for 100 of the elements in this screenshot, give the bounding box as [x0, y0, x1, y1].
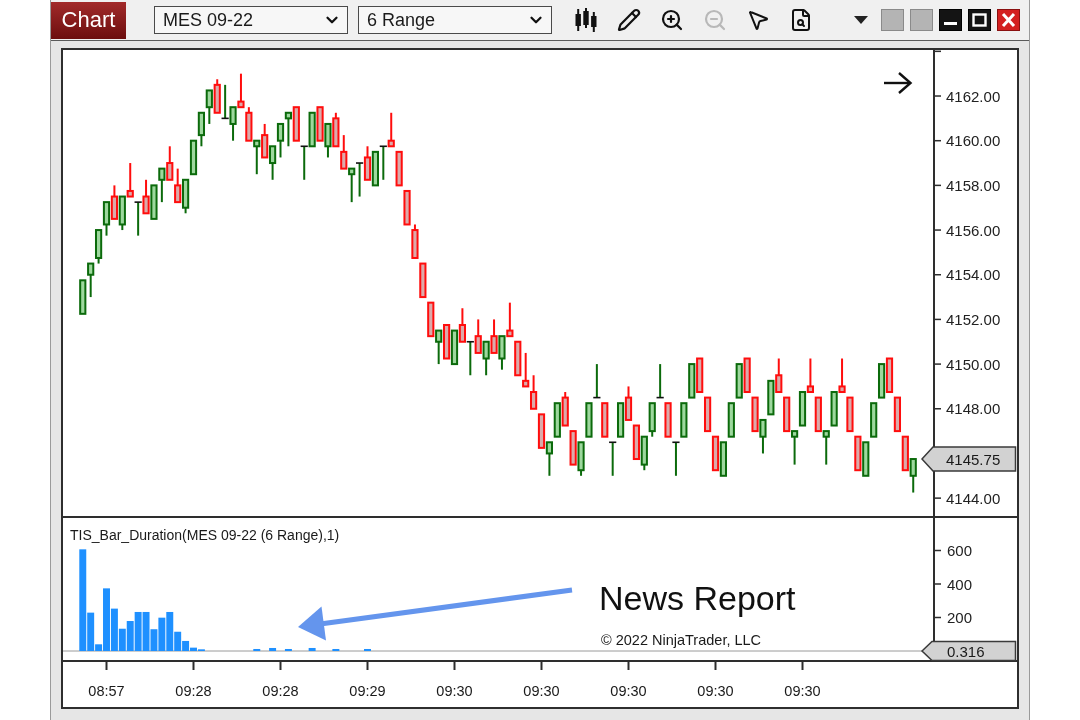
- rising-candle: [688, 363, 696, 399]
- falling-candle: [363, 145, 372, 181]
- rising-candle: [482, 340, 490, 377]
- falling-candle: [711, 435, 720, 472]
- rising-candle: [324, 122, 332, 159]
- last-price-marker: 4145.75: [921, 446, 1017, 472]
- time-axis-label: 09:28: [175, 683, 212, 699]
- falling-candle: [854, 435, 862, 472]
- falling-candle: [601, 402, 609, 438]
- rising-candle: [617, 402, 625, 438]
- falling-candle: [142, 178, 150, 215]
- zoom-in-icon[interactable]: [660, 8, 684, 32]
- rising-candle: [830, 391, 838, 427]
- rising-candle: [253, 139, 261, 176]
- rising-candle: [182, 178, 190, 215]
- falling-candle: [490, 318, 498, 354]
- time-axis-label: 09:30: [523, 683, 560, 699]
- rising-candle: [727, 402, 735, 438]
- falling-candle: [537, 413, 546, 449]
- rising-candle: [118, 195, 126, 232]
- rising-candle: [102, 201, 111, 237]
- falling-candle: [316, 106, 324, 142]
- falling-candle: [885, 357, 894, 393]
- doji-candle: [671, 441, 681, 477]
- rising-candle: [189, 139, 198, 176]
- chart-menu-button[interactable]: Chart: [51, 1, 126, 39]
- falling-candle: [624, 385, 633, 421]
- falling-candle: [664, 402, 672, 438]
- price-axis-label: 4148.00: [946, 400, 1001, 418]
- doji-candle: [299, 145, 309, 181]
- falling-candle: [743, 357, 751, 393]
- rising-candle: [498, 335, 506, 371]
- falling-candle: [806, 357, 814, 393]
- falling-candle: [838, 357, 846, 393]
- price-axis-label: 4156.00: [946, 221, 1001, 239]
- time-axis-label: 09:30: [436, 683, 473, 699]
- duration-bar: [269, 648, 277, 651]
- pencil-icon[interactable]: [617, 8, 641, 32]
- doji-candle: [608, 441, 618, 477]
- doji-candle: [220, 83, 230, 120]
- rising-candle: [229, 106, 237, 142]
- doji-candle: [592, 363, 602, 399]
- rising-candle: [759, 418, 767, 455]
- maximize-button[interactable]: [968, 9, 991, 31]
- doji-candle: [355, 162, 364, 198]
- duration-bar: [308, 648, 316, 651]
- falling-candle: [110, 184, 118, 220]
- falling-candle: [292, 106, 300, 142]
- falling-candle: [893, 396, 901, 433]
- pointer-icon[interactable]: [746, 8, 770, 32]
- bar-type-dropdown[interactable]: 6 Range: [358, 6, 552, 34]
- falling-candle: [814, 396, 822, 433]
- falling-candle: [419, 262, 427, 299]
- doji-candle: [465, 340, 475, 377]
- rising-candle: [909, 458, 917, 494]
- time-axis-label: 09:30: [610, 683, 647, 699]
- doji-candle: [133, 201, 143, 237]
- price-axis-label: 4152.00: [946, 310, 1001, 328]
- caret-down-icon[interactable]: [854, 16, 868, 24]
- time-axis-label: 09:29: [349, 683, 386, 699]
- rising-candle: [862, 441, 870, 477]
- rising-candle: [870, 402, 878, 438]
- indicator-axis-label: 400: [947, 575, 973, 593]
- time-axis-label: 08:57: [88, 683, 125, 699]
- rising-candle: [767, 379, 775, 416]
- falling-candle: [395, 150, 403, 187]
- falling-candle: [704, 396, 712, 433]
- indicator-axis-label: 600: [947, 542, 973, 559]
- falling-candle: [261, 122, 269, 159]
- rising-candle: [553, 402, 561, 438]
- falling-candle: [126, 162, 134, 198]
- instrument-dropdown[interactable]: MES 09-22: [154, 6, 348, 34]
- indicator-axis-label: 200: [947, 609, 973, 626]
- price-axis-label: 4160.00: [946, 132, 1001, 150]
- annotation-text: News Report: [599, 579, 796, 617]
- falling-candle: [474, 318, 482, 354]
- close-button[interactable]: [997, 9, 1020, 31]
- falling-candle: [901, 435, 909, 472]
- rising-candle: [798, 391, 807, 427]
- falling-candle: [213, 78, 221, 114]
- falling-candle: [561, 391, 569, 427]
- falling-candle: [846, 396, 854, 433]
- falling-candle: [632, 424, 640, 461]
- minimize-button[interactable]: [939, 9, 962, 31]
- falling-candle: [751, 396, 759, 433]
- price-axis-label: 4162.00: [946, 87, 1001, 105]
- rising-candle: [878, 363, 886, 399]
- falling-candle: [569, 430, 577, 466]
- right-arrow-icon[interactable]: [884, 72, 913, 94]
- document-search-icon[interactable]: [789, 8, 813, 32]
- rising-candle: [545, 441, 553, 477]
- falling-candle: [387, 111, 395, 148]
- doji-candle: [378, 145, 388, 181]
- rising-candle: [308, 111, 316, 148]
- candlestick-icon[interactable]: [574, 8, 598, 32]
- falling-candle: [783, 396, 791, 433]
- rising-candle: [450, 329, 459, 366]
- rising-candle: [719, 441, 727, 477]
- rising-candle: [276, 122, 285, 159]
- price-axis-label: 4144.00: [946, 489, 1001, 507]
